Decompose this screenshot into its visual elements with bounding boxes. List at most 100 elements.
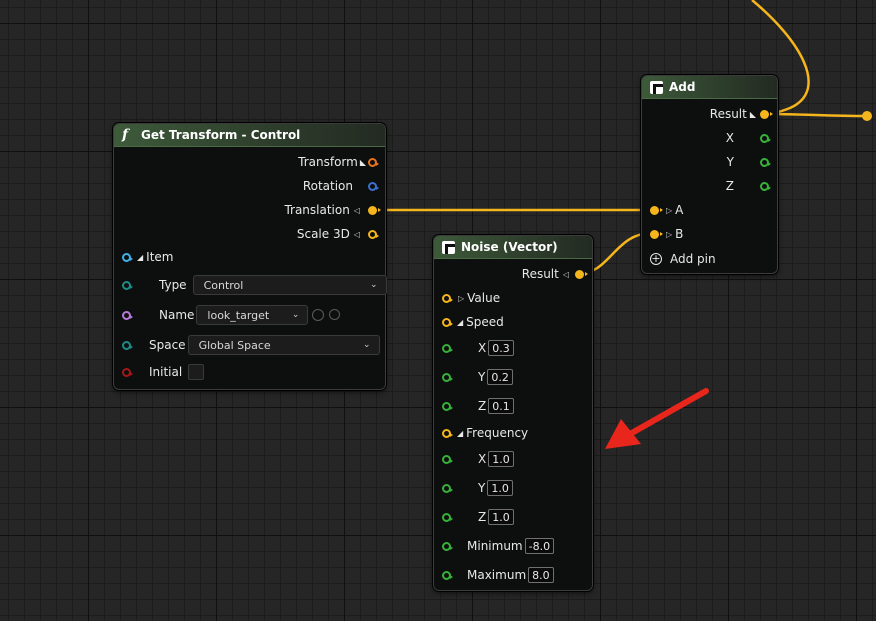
speed-z-field[interactable]: 0.1 bbox=[488, 398, 514, 414]
speed-x-pin[interactable] bbox=[442, 343, 453, 353]
add-pin-button[interactable]: + Add pin bbox=[650, 252, 716, 266]
add-a-row: ▷ A bbox=[650, 203, 683, 217]
collapse-triangle-icon[interactable]: ◢ bbox=[457, 429, 463, 438]
speed-y-row: Y 0.2 bbox=[442, 369, 513, 385]
space-input-row: Space Global Space ⌄ bbox=[122, 335, 380, 355]
scale-output-pin[interactable] bbox=[368, 229, 379, 239]
add-a-pin[interactable] bbox=[650, 205, 663, 215]
add-header[interactable]: Add bbox=[642, 76, 777, 99]
item-input-pin[interactable] bbox=[122, 252, 133, 262]
frequency-z-row: Z 1.0 bbox=[442, 509, 514, 525]
minimum-pin[interactable] bbox=[442, 541, 453, 551]
space-dropdown[interactable]: Global Space ⌄ bbox=[187, 335, 380, 355]
get-transform-header[interactable]: f Get Transform - Control bbox=[114, 124, 385, 147]
chevron-down-icon: ⌄ bbox=[370, 280, 378, 290]
collapse-triangle-icon[interactable]: ◢ bbox=[137, 253, 143, 262]
add-node[interactable]: Add Result ◣ X Y Z ▷ A ▷ B + Add pin bbox=[641, 75, 778, 274]
noise-result-pin[interactable] bbox=[575, 269, 588, 279]
wire-add-result-out bbox=[763, 112, 867, 118]
browse-search-icon[interactable] bbox=[329, 308, 341, 320]
speed-z-label: Z bbox=[478, 399, 487, 413]
frequency-x-row: X 1.0 bbox=[442, 451, 514, 467]
plus-circle-icon: + bbox=[650, 252, 662, 265]
maximum-pin[interactable] bbox=[442, 570, 453, 580]
add-result-pin[interactable] bbox=[760, 109, 773, 119]
translation-output-pin[interactable] bbox=[368, 205, 381, 215]
translation-output-row: Translation ◁ bbox=[284, 203, 381, 217]
expand-arrow-icon[interactable]: ▷ bbox=[666, 230, 672, 239]
frequency-x-pin[interactable] bbox=[442, 454, 453, 464]
noise-value-pin[interactable] bbox=[442, 293, 453, 303]
add-x-label: X bbox=[725, 131, 734, 145]
rotation-output-pin[interactable] bbox=[368, 181, 379, 191]
struct-triangle-icon: ◣ bbox=[359, 157, 366, 167]
frequency-z-field[interactable]: 1.0 bbox=[488, 509, 514, 525]
expand-arrow-icon[interactable]: ▷ bbox=[458, 294, 464, 303]
add-b-label: B bbox=[675, 227, 684, 241]
name-dropdown-value: look_target bbox=[207, 308, 270, 322]
minimum-label: Minimum bbox=[467, 539, 523, 553]
initial-input-pin[interactable] bbox=[122, 367, 133, 377]
expand-arrow-icon[interactable]: ◁ bbox=[354, 206, 360, 215]
speed-y-field[interactable]: 0.2 bbox=[487, 369, 513, 385]
type-dropdown-value: Control bbox=[203, 278, 244, 292]
noise-result-label: Result bbox=[521, 267, 559, 281]
transform-output-row: Transform ◣ bbox=[298, 155, 379, 169]
type-dropdown[interactable]: Control ⌄ bbox=[192, 275, 387, 295]
speed-x-field[interactable]: 0.3 bbox=[488, 340, 514, 356]
struct-triangle-icon: ◣ bbox=[749, 109, 756, 119]
transform-output-pin[interactable] bbox=[368, 157, 379, 167]
speed-y-pin[interactable] bbox=[442, 372, 453, 382]
collapse-triangle-icon[interactable]: ◢ bbox=[457, 318, 463, 327]
name-label: Name bbox=[159, 308, 195, 322]
get-transform-node[interactable]: f Get Transform - Control Transform ◣ Ro… bbox=[113, 123, 387, 390]
frequency-y-field[interactable]: 1.0 bbox=[487, 480, 513, 496]
frequency-x-field[interactable]: 1.0 bbox=[488, 451, 514, 467]
maximum-label: Maximum bbox=[467, 568, 527, 582]
expand-arrow-icon[interactable]: ▷ bbox=[666, 206, 672, 215]
item-input-label: Item bbox=[146, 250, 174, 264]
noise-value-label: Value bbox=[467, 291, 501, 305]
add-pin-label: Add pin bbox=[670, 252, 716, 266]
item-input-row: ◢ Item bbox=[122, 250, 173, 264]
noise-speed-row: ◢ Speed bbox=[442, 315, 504, 329]
frequency-z-label: Z bbox=[478, 510, 487, 524]
noise-header[interactable]: Noise (Vector) bbox=[434, 236, 592, 259]
type-input-pin[interactable] bbox=[122, 280, 133, 290]
name-dropdown[interactable]: look_target ⌄ bbox=[196, 305, 309, 325]
noise-vector-node[interactable]: Noise (Vector) Result ◁ ▷ Value ◢ Speed … bbox=[433, 235, 593, 591]
expand-arrow-icon[interactable]: ◁ bbox=[563, 270, 569, 279]
noise-title: Noise (Vector) bbox=[461, 240, 558, 254]
add-x-pin[interactable] bbox=[760, 133, 771, 143]
frequency-y-pin[interactable] bbox=[442, 483, 453, 493]
maximum-field[interactable]: 8.0 bbox=[528, 567, 554, 583]
type-label: Type bbox=[159, 278, 187, 292]
expand-arrow-icon[interactable]: ◁ bbox=[354, 230, 360, 239]
name-input-pin[interactable] bbox=[122, 310, 133, 320]
add-y-label: Y bbox=[726, 155, 734, 169]
annotation-arrow-shaft bbox=[627, 388, 709, 437]
use-selected-icon[interactable] bbox=[312, 309, 325, 321]
add-b-pin[interactable] bbox=[650, 229, 663, 239]
rig-unit-icon bbox=[650, 80, 663, 94]
type-input-row: Type Control ⌄ bbox=[122, 275, 387, 295]
noise-speed-pin[interactable] bbox=[442, 317, 453, 327]
speed-z-pin[interactable] bbox=[442, 401, 453, 411]
rotation-output-label: Rotation bbox=[302, 179, 353, 193]
initial-checkbox[interactable] bbox=[188, 364, 205, 380]
name-input-row: Name look_target ⌄ bbox=[122, 305, 341, 325]
wire-endpoint-pin[interactable] bbox=[862, 111, 872, 121]
space-input-pin[interactable] bbox=[122, 340, 133, 350]
minimum-field[interactable]: -8.0 bbox=[524, 538, 555, 554]
add-a-label: A bbox=[675, 203, 684, 217]
add-z-pin[interactable] bbox=[760, 181, 771, 191]
noise-frequency-row: ◢ Frequency bbox=[442, 426, 528, 440]
add-y-pin[interactable] bbox=[760, 157, 771, 167]
noise-frequency-pin[interactable] bbox=[442, 428, 453, 438]
transform-output-label: Transform bbox=[298, 155, 358, 169]
frequency-z-pin[interactable] bbox=[442, 512, 453, 522]
speed-z-row: Z 0.1 bbox=[442, 398, 514, 414]
get-transform-title: Get Transform - Control bbox=[141, 128, 301, 142]
add-title: Add bbox=[669, 80, 696, 94]
chevron-down-icon: ⌄ bbox=[363, 340, 371, 350]
